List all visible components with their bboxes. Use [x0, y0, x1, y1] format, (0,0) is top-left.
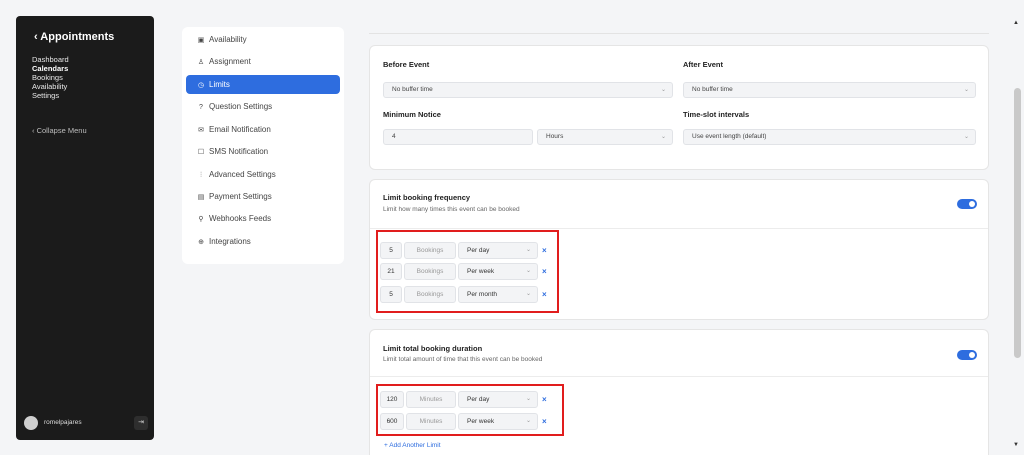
- time-slot-intervals-value: Use event length (default): [692, 133, 767, 140]
- link-icon: ⚲: [198, 216, 204, 223]
- sidebar-item-availability[interactable]: Availability: [32, 82, 69, 91]
- after-event-value: No buffer time: [692, 86, 733, 93]
- event-settings-menu: ▣ Availability ♙ Assignment ◷ Limits ? Quest…: [182, 27, 344, 264]
- menu-item-label: Payment Settings: [209, 192, 272, 201]
- minimum-notice-unit-select[interactable]: Hours ⌄: [537, 129, 673, 145]
- menu-item-advanced-settings[interactable]: ⫶ Advanced Settings: [186, 165, 340, 184]
- minimum-notice-unit: Hours: [546, 133, 564, 140]
- menu-item-payment-settings[interactable]: ▤ Payment Settings: [186, 187, 340, 206]
- user-name: romelpajares: [44, 419, 82, 426]
- sidebar-item-calendars[interactable]: Calendars: [32, 64, 69, 73]
- chevron-down-icon: ⌄: [660, 134, 666, 140]
- after-event-label: After Event: [683, 60, 724, 69]
- before-event-label: Before Event: [383, 60, 430, 69]
- menu-item-label: Limits: [209, 80, 230, 89]
- menu-item-label: Integrations: [209, 237, 251, 246]
- menu-item-label: Availability: [209, 35, 247, 44]
- sidebar-item-settings[interactable]: Settings: [32, 91, 69, 100]
- page-scrollbar[interactable]: ▲ ▼: [1012, 16, 1022, 451]
- back-to-appointments[interactable]: ‹ Appointments: [34, 31, 114, 43]
- integrations-icon: ⊕: [198, 239, 204, 246]
- people-icon: ♙: [197, 59, 205, 66]
- divider: [370, 376, 988, 377]
- calendar-icon: ▣: [197, 37, 205, 44]
- menu-item-label: Question Settings: [209, 102, 273, 111]
- booking-duration-subtitle: Limit total amount of time that this eve…: [383, 356, 543, 363]
- scroll-up-icon[interactable]: ▲: [1013, 20, 1019, 26]
- booking-frequency-title: Limit booking frequency: [383, 193, 471, 202]
- menu-item-availability[interactable]: ▣ Availability: [186, 30, 340, 49]
- booking-duration-title: Limit total booking duration: [383, 344, 483, 353]
- sidebar-item-dashboard[interactable]: Dashboard: [32, 55, 69, 64]
- menu-item-question-settings[interactable]: ? Question Settings: [186, 97, 340, 116]
- chevron-down-icon: ⌄: [963, 134, 969, 140]
- section-header: [369, 10, 989, 34]
- before-event-select[interactable]: No buffer time ⌄: [383, 82, 673, 98]
- add-another-limit-link[interactable]: + Add Another Limit: [384, 442, 441, 449]
- app-sidebar: ‹ Appointments Dashboard Calendars Booki…: [16, 16, 154, 440]
- divider: [370, 228, 988, 229]
- menu-item-label: SMS Notification: [209, 147, 269, 156]
- menu-item-sms-notification[interactable]: ☐ SMS Notification: [186, 142, 340, 161]
- menu-item-label: Email Notification: [209, 125, 271, 134]
- minimum-notice-label: Minimum Notice: [383, 110, 441, 119]
- chevron-down-icon: ⌄: [660, 87, 666, 93]
- menu-item-label: Advanced Settings: [209, 170, 276, 179]
- booking-frequency-toggle[interactable]: [957, 199, 977, 209]
- clock-icon: ◷: [197, 82, 205, 89]
- menu-item-label: Assignment: [209, 57, 251, 66]
- scrollbar-thumb[interactable]: [1014, 88, 1021, 358]
- menu-item-label: Webhooks Feeds: [209, 214, 272, 223]
- mail-icon: ✉: [198, 127, 204, 134]
- menu-item-assignment[interactable]: ♙ Assignment: [186, 52, 340, 71]
- scroll-down-icon[interactable]: ▼: [1013, 442, 1019, 448]
- time-slot-intervals-label: Time-slot intervals: [683, 110, 750, 119]
- booking-frequency-subtitle: Limit how many times this event can be b…: [383, 206, 520, 213]
- menu-item-limits[interactable]: ◷ Limits: [186, 75, 340, 94]
- sidebar-item-bookings[interactable]: Bookings: [32, 73, 69, 82]
- sidebar-nav: Dashboard Calendars Bookings Availabilit…: [32, 55, 69, 100]
- menu-item-webhooks-feeds[interactable]: ⚲ Webhooks Feeds: [186, 209, 340, 228]
- before-event-value: No buffer time: [392, 86, 433, 93]
- frequency-highlight-box: [376, 230, 559, 313]
- duration-highlight-box: [376, 384, 564, 436]
- menu-item-email-notification[interactable]: ✉ Email Notification: [186, 120, 340, 139]
- avatar[interactable]: [24, 416, 38, 430]
- buffer-settings-card: Before Event No buffer time ⌄ After Even…: [369, 45, 989, 170]
- receipt-icon: ▤: [197, 194, 205, 201]
- message-icon: ☐: [197, 149, 205, 156]
- time-slot-intervals-select[interactable]: Use event length (default) ⌄: [683, 129, 976, 145]
- question-icon: ?: [199, 104, 203, 111]
- logout-icon[interactable]: ⇥: [134, 416, 148, 430]
- collapse-menu-button[interactable]: ‹ Collapse Menu: [32, 126, 87, 135]
- minimum-notice-value: 4: [392, 133, 396, 140]
- user-profile: romelpajares ⇥: [24, 416, 148, 432]
- menu-item-integrations[interactable]: ⊕ Integrations: [186, 232, 340, 251]
- sliders-icon: ⫶: [200, 172, 202, 179]
- after-event-select[interactable]: No buffer time ⌄: [683, 82, 976, 98]
- minimum-notice-input[interactable]: 4: [383, 129, 533, 145]
- booking-duration-toggle[interactable]: [957, 350, 977, 360]
- chevron-down-icon: ⌄: [963, 87, 969, 93]
